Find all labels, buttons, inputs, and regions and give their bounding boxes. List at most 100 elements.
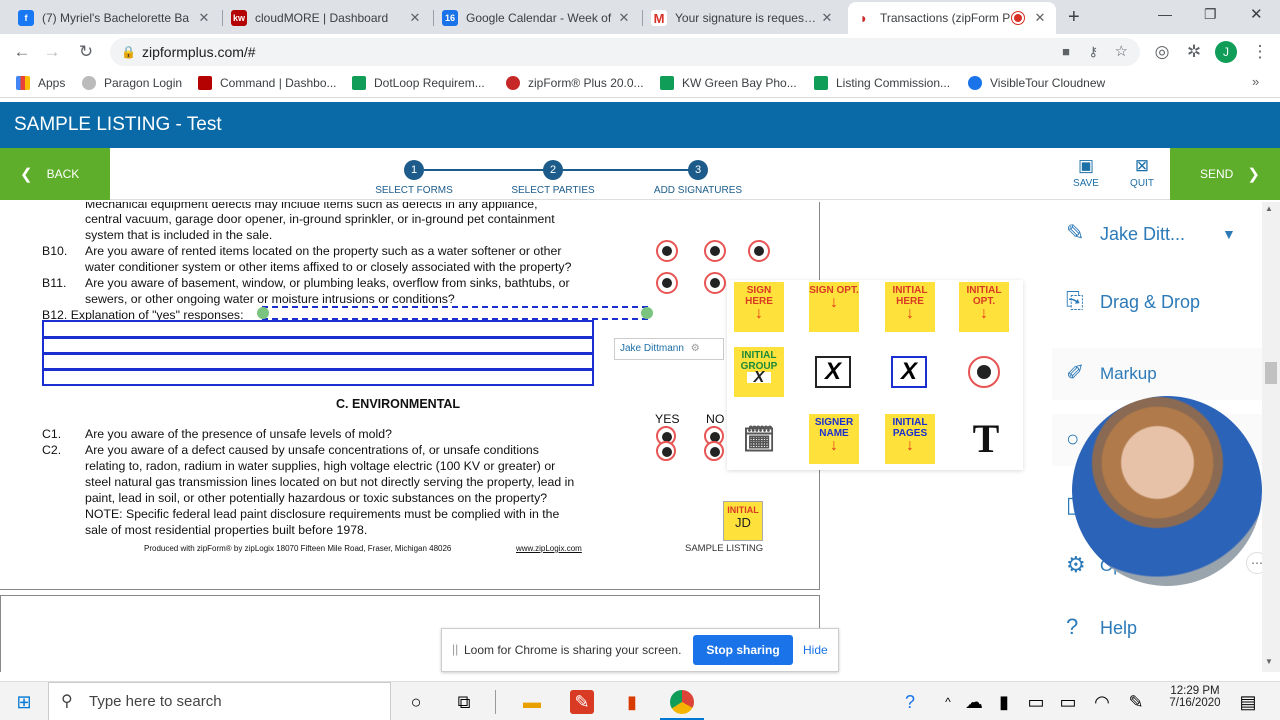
- tab-calendar[interactable]: 16 Google Calendar - Week of ✕: [434, 2, 640, 34]
- chevron-up-icon[interactable]: ^: [936, 690, 960, 714]
- bookmark-command[interactable]: Command | Dashbo...: [198, 76, 337, 90]
- windows-start-icon[interactable]: ⊞: [12, 690, 36, 714]
- checkbox-field[interactable]: [656, 441, 676, 461]
- initial-group-tool[interactable]: INITIAL GROUP X: [734, 347, 784, 397]
- puzzle-icon[interactable]: ✲: [1182, 40, 1206, 64]
- checkbox-x-tool[interactable]: X: [815, 356, 851, 388]
- extension-icon[interactable]: ◎: [1150, 40, 1174, 64]
- reload-icon[interactable]: ↻: [74, 40, 98, 64]
- markup-button[interactable]: ✐ Markup: [1052, 348, 1262, 400]
- minimize-icon[interactable]: —: [1158, 6, 1172, 22]
- page-scrollbar[interactable]: ▲ ▼: [1262, 202, 1280, 672]
- tab-cloudmore[interactable]: kw cloudMORE | Dashboard ✕: [223, 2, 431, 34]
- checkbox-field[interactable]: [656, 240, 678, 262]
- step-add-signatures[interactable]: 3 ADD SIGNATURES: [648, 160, 748, 196]
- star-icon[interactable]: ☆: [1115, 38, 1128, 66]
- onedrive-icon[interactable]: ☁: [962, 690, 986, 714]
- cortana-icon[interactable]: ○: [404, 690, 428, 714]
- chrome-icon[interactable]: [670, 690, 694, 714]
- back-button[interactable]: ❮ BACK: [0, 148, 110, 200]
- scroll-up-icon[interactable]: ▲: [1265, 204, 1273, 213]
- menu-icon[interactable]: ⋮: [1248, 40, 1272, 64]
- checkbox-field[interactable]: [704, 441, 724, 461]
- close-icon[interactable]: ✕: [616, 10, 632, 26]
- zipform-icon: ◗: [856, 10, 872, 26]
- key-icon[interactable]: ⚷: [1088, 38, 1098, 66]
- close-icon[interactable]: ✕: [1032, 10, 1048, 26]
- help-button[interactable]: ? Help: [1052, 602, 1262, 654]
- resize-handle[interactable]: [641, 307, 653, 319]
- drag-drop-button[interactable]: ⎘ Drag & Drop: [1052, 276, 1262, 328]
- initial-optional-tool[interactable]: INITIAL OPT. ↓: [959, 282, 1009, 332]
- send-button[interactable]: SEND ❯: [1170, 148, 1280, 200]
- taskbar-search-input[interactable]: ⚲ Type here to search: [48, 682, 391, 720]
- bookmark-paragon[interactable]: Paragon Login: [82, 76, 182, 90]
- date-stamp-tool[interactable]: 🗓: [734, 414, 784, 464]
- sign-optional-tool[interactable]: SIGN OPT. ↓: [809, 282, 859, 332]
- radio-tool[interactable]: [968, 356, 1000, 388]
- bookmark-visibletour[interactable]: VisibleTour Cloudnew: [968, 76, 1105, 90]
- checkbox-field[interactable]: [656, 272, 678, 294]
- pen-tray-icon[interactable]: ✎: [1124, 690, 1148, 714]
- bookmark-kw-photos[interactable]: KW Green Bay Pho...: [660, 76, 797, 90]
- bookmarks-overflow-icon[interactable]: »: [1252, 74, 1259, 89]
- webcam-bubble[interactable]: [1072, 396, 1262, 586]
- url-field[interactable]: 🔒 zipformplus.com/# ■ ⚷ ☆: [110, 38, 1140, 66]
- initial-here-tool[interactable]: INITIAL HERE ↓: [885, 282, 935, 332]
- arrow-down-icon: ↓: [980, 305, 988, 322]
- resize-handle[interactable]: [257, 307, 269, 319]
- wifi-icon[interactable]: ◠: [1090, 690, 1114, 714]
- close-icon[interactable]: ✕: [407, 10, 423, 26]
- stop-sharing-button[interactable]: Stop sharing: [693, 635, 793, 665]
- battery-icon[interactable]: ▭: [1056, 690, 1080, 714]
- tab-facebook[interactable]: f (7) Myriel's Bachelorette Ba ✕: [10, 2, 220, 34]
- task-view-icon[interactable]: ⧉: [452, 690, 476, 714]
- taskbar-clock[interactable]: 12:29 PM 7/16/2020: [1160, 685, 1230, 709]
- back-arrow-icon[interactable]: ←: [10, 40, 34, 64]
- text-tool[interactable]: T: [961, 414, 1011, 464]
- initial-field[interactable]: INITIAL JD: [723, 501, 763, 541]
- quit-button[interactable]: ⊠ QUIT: [1117, 156, 1167, 189]
- bookmark-apps[interactable]: Apps: [16, 76, 65, 90]
- forward-arrow-icon[interactable]: →: [40, 40, 64, 64]
- tab-zipform-active[interactable]: ◗ Transactions (zipForm P ✕: [848, 2, 1056, 34]
- display-icon[interactable]: ▭: [1024, 690, 1048, 714]
- new-tab-icon[interactable]: +: [1068, 6, 1080, 29]
- window-close-icon[interactable]: ✕: [1250, 5, 1263, 23]
- profile-avatar[interactable]: J: [1215, 41, 1237, 63]
- initial-pages-tool[interactable]: INITIAL PAGES ↓: [885, 414, 935, 464]
- help-tray-icon[interactable]: ?: [898, 690, 922, 714]
- markup-label: Markup: [1100, 364, 1157, 383]
- checkbox-field[interactable]: [704, 272, 726, 294]
- save-button[interactable]: ▣ SAVE: [1061, 156, 1111, 189]
- file-explorer-icon[interactable]: ▬: [520, 690, 544, 714]
- tab-gmail[interactable]: M Your signature is requested ✕: [643, 2, 843, 34]
- bookmark-listing-commission[interactable]: Listing Commission...: [814, 76, 950, 90]
- signer-name-tool[interactable]: SIGNER NAME ↓: [809, 414, 859, 464]
- scroll-thumb[interactable]: [1265, 362, 1277, 384]
- hide-button[interactable]: Hide: [803, 643, 828, 657]
- drag-handle-icon[interactable]: ||: [452, 642, 458, 656]
- close-icon[interactable]: ✕: [196, 10, 212, 26]
- restore-icon[interactable]: ❐: [1204, 6, 1217, 23]
- microphone-icon[interactable]: ▮: [992, 690, 1016, 714]
- selected-text-field[interactable]: [262, 306, 648, 320]
- notifications-icon[interactable]: ▤: [1236, 690, 1260, 714]
- camera-icon[interactable]: ■: [1062, 38, 1070, 66]
- signer-dropdown[interactable]: ✎ Jake Ditt... ▼: [1052, 208, 1262, 260]
- section-heading: C. ENVIRONMENTAL: [336, 397, 461, 411]
- checkbox-x-blue-tool[interactable]: X: [891, 356, 927, 388]
- checkbox-field[interactable]: [704, 240, 726, 262]
- close-icon[interactable]: ✕: [819, 10, 835, 26]
- pdf-app-icon[interactable]: ✎: [570, 690, 594, 714]
- bookmark-dotloop[interactable]: DotLoop Requirem...: [352, 76, 485, 90]
- scroll-down-icon[interactable]: ▼: [1265, 657, 1273, 666]
- sign-here-tool[interactable]: SIGN HERE ↓: [734, 282, 784, 332]
- checkbox-field[interactable]: [748, 240, 770, 262]
- step-select-parties[interactable]: 2 SELECT PARTIES: [503, 160, 603, 196]
- gear-icon[interactable]: ⚙: [691, 343, 700, 354]
- signer-field-chip[interactable]: Jake Dittmann ⚙: [614, 338, 724, 360]
- office-icon[interactable]: ▮: [620, 690, 644, 714]
- step-select-forms[interactable]: 1 SELECT FORMS: [364, 160, 464, 196]
- bookmark-zipform[interactable]: zipForm® Plus 20.0...: [506, 76, 644, 90]
